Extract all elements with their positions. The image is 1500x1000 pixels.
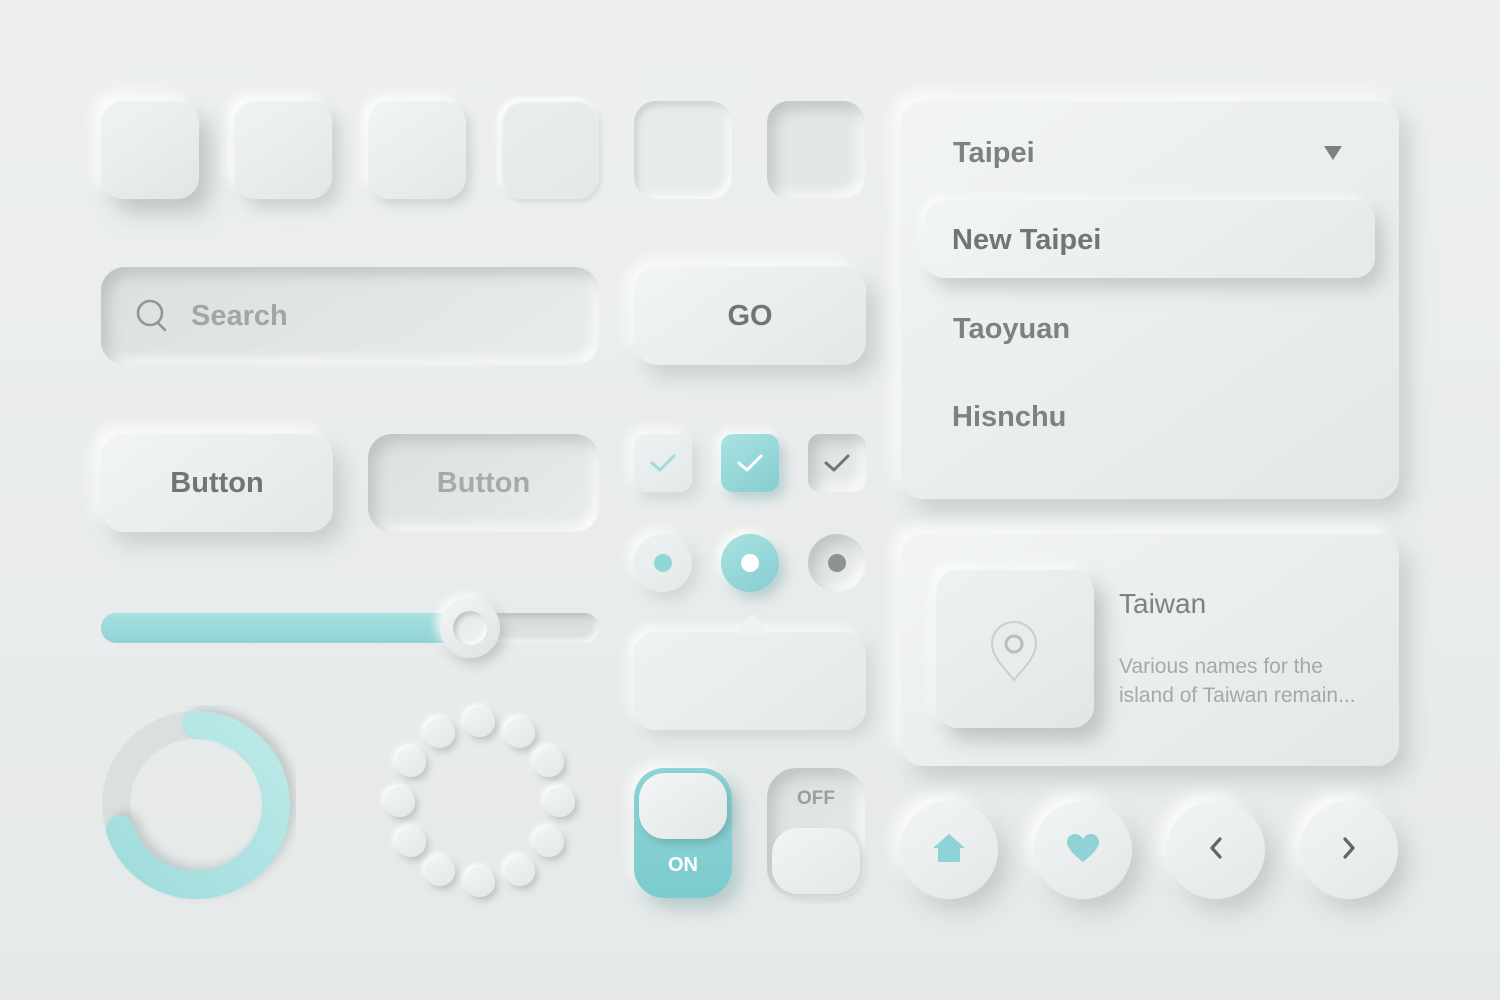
tooltip-pointer: [736, 614, 768, 634]
check-icon: [824, 454, 850, 472]
spinner-dot: [395, 827, 426, 857]
toggle-knob: [639, 773, 727, 839]
toggle-on-label: ON: [668, 854, 698, 876]
ui-kit-canvas: GO Button Button: [0, 0, 1500, 1000]
flat-tile[interactable]: [501, 101, 599, 199]
dropdown-panel: Taipei New Taipei Taoyuan Hisnchu: [901, 101, 1399, 499]
spinner-dot: [505, 717, 535, 748]
previous-button[interactable]: [1167, 801, 1265, 899]
spinner-dot: [385, 787, 415, 817]
toggle-off[interactable]: OFF: [767, 768, 865, 898]
button-raised-label: Button: [170, 466, 264, 499]
tooltip-bubble: [634, 632, 866, 730]
heart-icon: [1065, 832, 1101, 869]
card-description: Various names for the island of Taiwan r…: [1119, 652, 1356, 710]
search-icon: [135, 298, 169, 334]
spinner-dot: [395, 747, 426, 777]
spinner-dot: [505, 856, 535, 887]
card-description-line: island of Taiwan remain...: [1119, 684, 1356, 707]
spinner-dot: [545, 787, 575, 817]
card-description-line: Various names for the: [1119, 655, 1323, 678]
spinner-dot: [425, 856, 455, 887]
checkbox-1[interactable]: [634, 434, 692, 492]
checkbox-2[interactable]: [721, 434, 779, 492]
radio-dot: [828, 554, 846, 572]
radio-2[interactable]: [721, 534, 779, 592]
raised-tile-3[interactable]: [368, 101, 466, 199]
radio-1[interactable]: [634, 534, 692, 592]
search-box[interactable]: [101, 267, 599, 365]
raised-tile-2[interactable]: [234, 101, 332, 199]
info-card[interactable]: Taiwan Various names for the island of T…: [901, 534, 1399, 766]
chevron-right-icon: [1341, 836, 1357, 865]
check-icon: [737, 454, 763, 472]
radio-dot: [654, 554, 672, 572]
dropdown-option-highlighted[interactable]: New Taipei: [925, 200, 1375, 278]
radio-3[interactable]: [808, 534, 866, 592]
progress-ring: [96, 705, 296, 905]
inset-tile-2[interactable]: [767, 101, 865, 199]
spinner-dot: [425, 717, 455, 748]
spinner-dot: [534, 827, 565, 857]
checkbox-3[interactable]: [808, 434, 866, 492]
button-pressed[interactable]: Button: [368, 434, 599, 532]
radio-dot: [741, 554, 759, 572]
raised-tile-1[interactable]: [101, 101, 199, 199]
slider-fill: [101, 613, 490, 643]
slider-thumb[interactable]: [439, 598, 500, 658]
check-icon: [650, 454, 676, 472]
home-icon: [931, 832, 967, 869]
chevron-left-icon: [1208, 836, 1224, 865]
inset-tile-1[interactable]: [634, 101, 732, 199]
spinner-dot: [534, 747, 565, 777]
button-raised[interactable]: Button: [101, 434, 333, 532]
favorite-button[interactable]: [1034, 801, 1132, 899]
home-button[interactable]: [900, 801, 998, 899]
dropdown-option[interactable]: Taoyuan: [953, 313, 1070, 346]
go-button[interactable]: GO: [634, 267, 866, 365]
toggle-off-label: OFF: [797, 788, 835, 809]
spinner-dot: [465, 707, 495, 737]
dropdown-option[interactable]: Hisnchu: [952, 401, 1066, 434]
dropdown-option-label: New Taipei: [952, 224, 1102, 256]
map-pin-icon: [986, 618, 1042, 689]
slider-track[interactable]: [101, 613, 599, 643]
dropdown-selected[interactable]: Taipei: [953, 137, 1035, 170]
go-button-label: GO: [727, 299, 773, 332]
card-thumbnail: [936, 570, 1094, 728]
card-title: Taiwan: [1119, 588, 1207, 619]
toggle-knob: [772, 828, 860, 894]
loading-spinner: [378, 700, 583, 905]
search-input[interactable]: [191, 299, 521, 333]
toggle-on[interactable]: ON: [634, 768, 732, 898]
next-button[interactable]: [1300, 801, 1398, 899]
button-pressed-label: Button: [436, 466, 531, 499]
spinner-dot: [465, 867, 495, 897]
triangle-down-icon[interactable]: [1323, 145, 1343, 166]
